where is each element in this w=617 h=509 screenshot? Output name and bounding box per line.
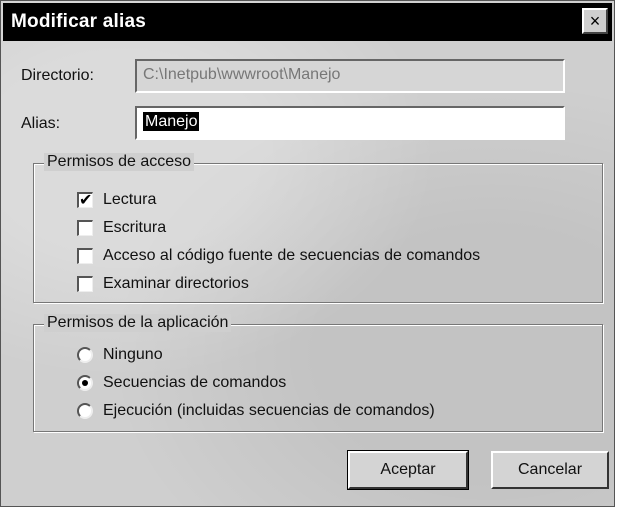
directory-label: Directorio: bbox=[21, 67, 94, 84]
alias-input[interactable]: Manejo bbox=[135, 106, 565, 140]
close-icon: × bbox=[589, 11, 601, 31]
checkbox-lectura-row[interactable]: Lectura bbox=[77, 190, 157, 210]
checkbox-lectura-label: Lectura bbox=[103, 191, 157, 208]
radio-scripts-label: Secuencias de comandos bbox=[103, 374, 287, 391]
radio-ninguno[interactable] bbox=[77, 347, 93, 363]
alias-label: Alias: bbox=[21, 115, 61, 132]
app-permissions-title: Permisos de la aplicación bbox=[44, 314, 232, 332]
radio-execute-row[interactable]: Ejecución (incluidas secuencias de coman… bbox=[77, 402, 435, 420]
cancel-button[interactable]: Cancelar bbox=[491, 451, 609, 489]
radio-execute-label: Ejecución (incluidas secuencias de coman… bbox=[103, 402, 435, 419]
access-permissions-title: Permisos de acceso bbox=[44, 153, 195, 171]
checkbox-lectura[interactable] bbox=[77, 190, 93, 210]
directory-field: C:\Inetpub\wwwroot\Manejo bbox=[135, 59, 565, 93]
cancel-button-label: Cancelar bbox=[517, 461, 583, 478]
checkbox-escritura-row[interactable]: Escritura bbox=[77, 219, 166, 237]
checkbox-source-access-row[interactable]: Acceso al código fuente de secuencias de… bbox=[77, 247, 480, 265]
close-button[interactable]: × bbox=[582, 8, 608, 34]
checkbox-browse-row[interactable]: Examinar directorios bbox=[77, 275, 249, 293]
alias-value: Manejo bbox=[143, 112, 200, 131]
checkbox-browse-label: Examinar directorios bbox=[103, 275, 249, 292]
ok-button-label: Aceptar bbox=[380, 461, 436, 478]
radio-execute[interactable] bbox=[77, 403, 93, 419]
radio-ninguno-label: Ninguno bbox=[103, 346, 163, 363]
checkbox-source-access[interactable] bbox=[77, 248, 93, 264]
title-bar[interactable]: Modificar alias × bbox=[3, 3, 612, 41]
radio-ninguno-row[interactable]: Ninguno bbox=[77, 346, 163, 364]
modify-alias-dialog: Modificar alias × Directorio: C:\Inetpub… bbox=[0, 0, 615, 507]
checkbox-browse[interactable] bbox=[77, 276, 93, 292]
radio-scripts[interactable] bbox=[77, 375, 93, 391]
checkbox-escritura-label: Escritura bbox=[103, 219, 167, 236]
radio-scripts-row[interactable]: Secuencias de comandos bbox=[77, 374, 286, 392]
ok-button[interactable]: Aceptar bbox=[347, 450, 469, 490]
checkbox-source-access-label: Acceso al código fuente de secuencias de… bbox=[103, 247, 481, 264]
checkbox-escritura[interactable] bbox=[77, 220, 93, 236]
dialog-title: Modificar alias bbox=[11, 11, 146, 32]
directory-value: C:\Inetpub\wwwroot\Manejo bbox=[143, 66, 341, 83]
